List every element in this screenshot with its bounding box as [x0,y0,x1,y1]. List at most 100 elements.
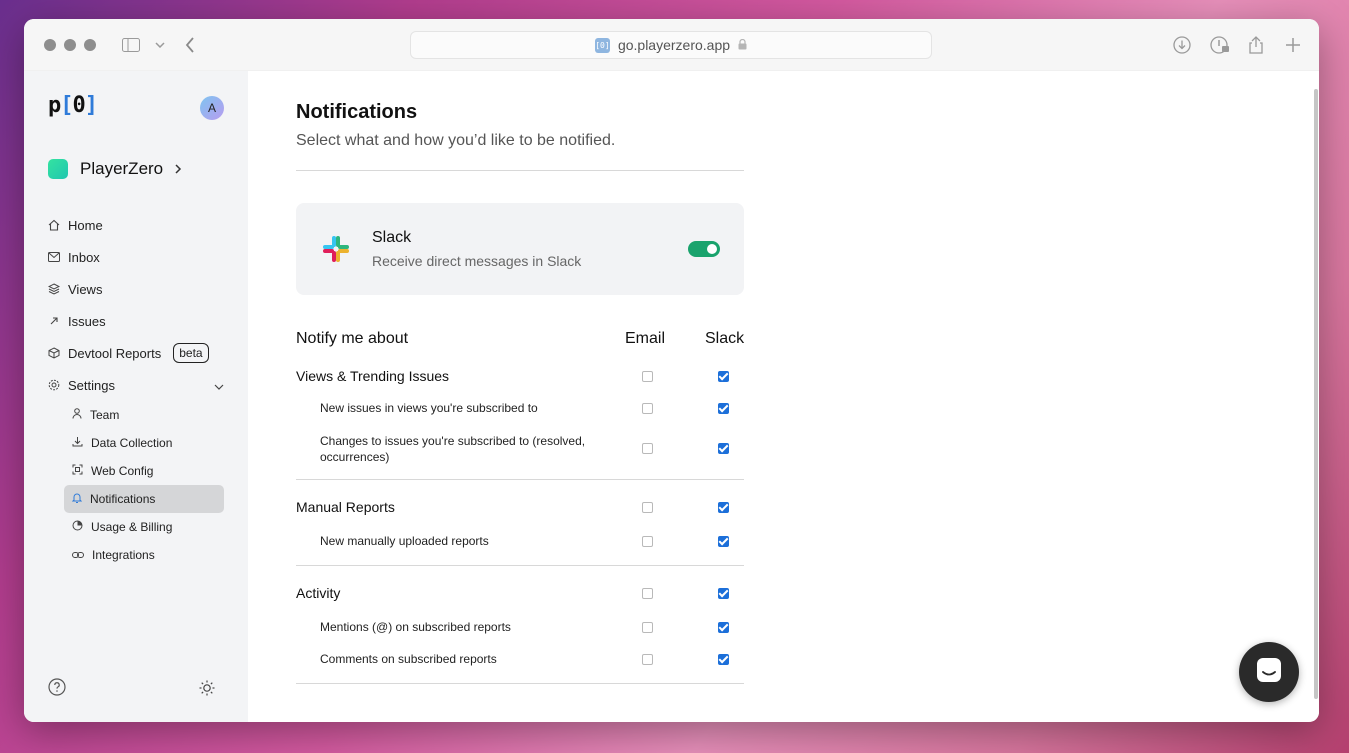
group-label: Views & Trending Issues [296,368,450,384]
email-checkbox[interactable] [642,654,653,665]
browser-toolbar: [0] go.playerzero.app [24,19,1319,71]
notification-label: New issues in views you're subscribed to [320,401,538,415]
home-icon [48,219,60,231]
sidebar-item-web-config[interactable]: Web Config [64,457,224,485]
notify-table-header: Notify me about Email Slack [296,323,744,361]
notification-label: Comments on subscribed reports [320,652,497,666]
zoom-window-button[interactable] [84,39,96,51]
avatar[interactable]: A [200,96,224,120]
notify-header-label: Notify me about [296,330,409,347]
cube-icon [48,347,60,359]
slack-checkbox[interactable] [718,443,729,454]
group-label: Activity [296,585,341,601]
group-row-manual-reports: Manual Reports [296,480,744,522]
slack-checkbox[interactable] [718,502,729,513]
list-item: New issues in views you're subscribed to [296,395,744,427]
close-window-button[interactable] [44,39,56,51]
notification-label-line1: Changes to issues you're subscribed to (… [320,434,586,448]
email-checkbox[interactable] [642,403,653,414]
slack-checkbox[interactable] [718,622,729,633]
notification-label-line2: occurrences) [320,450,390,464]
back-icon[interactable] [180,35,200,55]
org-name: PlayerZero [80,159,164,178]
downloads-icon[interactable] [1172,35,1192,55]
address-bar[interactable]: [0] go.playerzero.app [410,31,932,59]
slack-checkbox[interactable] [718,403,729,414]
sidebar-item-label: Settings [68,377,115,393]
email-checkbox[interactable] [642,443,653,454]
divider [296,683,744,684]
person-icon [72,408,82,422]
sidebar-item-home[interactable]: Home [48,209,224,241]
arrow-up-right-icon [48,315,60,327]
sidebar-item-views[interactable]: Views [48,273,224,305]
sidebar-item-label: Integrations [92,548,155,562]
bell-icon [71,492,83,506]
sidebar-item-devtool-reports[interactable]: Devtool Reports beta [48,337,224,369]
sidebar-item-integrations[interactable]: Integrations [64,541,224,569]
sidebar-item-label: Home [68,217,103,233]
notification-label: Mentions (@) on subscribed reports [320,620,511,634]
pie-icon [72,520,83,534]
beta-badge: beta [173,343,209,363]
email-checkbox[interactable] [642,588,653,599]
new-tab-icon[interactable] [1283,35,1303,55]
playerzero-logo[interactable]: p[0] [48,93,98,118]
support-chat-button[interactable] [1239,642,1299,702]
privacy-report-icon[interactable] [1210,35,1230,55]
email-checkbox[interactable] [642,622,653,633]
list-item: Comments on subscribed reports [296,640,744,676]
theme-toggle-icon[interactable] [199,680,215,701]
minimize-window-button[interactable] [64,39,76,51]
site-favicon: [0] [594,37,610,53]
slack-integration-card: Slack Receive direct messages in Slack [296,203,744,295]
sidebar-item-data-collection[interactable]: Data Collection [64,429,224,457]
sidebar-item-label: Issues [68,313,106,329]
browser-window: [0] go.playerzero.app p[0] A PlayerZero [24,19,1319,722]
sidebar-item-inbox[interactable]: Inbox [48,241,224,273]
sidebar-toggle-icon[interactable] [121,35,141,55]
sidebar-nav: Home Inbox Views Issues Devtool Reports … [48,209,224,569]
email-checkbox[interactable] [642,371,653,382]
email-checkbox[interactable] [642,502,653,513]
sidebar-item-issues[interactable]: Issues [48,305,224,337]
sidebar-item-label: Team [90,408,120,422]
slack-checkbox[interactable] [718,654,729,665]
slack-logo-icon [320,233,352,265]
org-switcher[interactable]: PlayerZero [48,159,182,179]
chat-icon [1255,656,1283,689]
slack-checkbox[interactable] [718,371,729,382]
sidebar-item-notifications[interactable]: Notifications [64,485,224,513]
chevron-down-icon[interactable] [150,35,170,55]
sidebar-item-label: Usage & Billing [91,520,173,534]
list-item: Changes to issues you're subscribed to (… [296,427,744,473]
slack-card-title: Slack [372,229,412,246]
url-text: go.playerzero.app [617,37,731,53]
notification-label: New manually uploaded reports [320,534,489,548]
gear-icon [48,379,60,391]
slack-toggle[interactable] [688,241,720,257]
share-icon[interactable] [1246,35,1266,55]
chevron-right-icon [175,159,182,179]
email-checkbox[interactable] [642,536,653,547]
slack-checkbox[interactable] [718,536,729,547]
layers-icon [48,283,60,295]
scrollbar-thumb[interactable] [1314,89,1318,699]
settings-submenu: Team Data Collection Web Config Notifica… [48,401,224,569]
scrollbar[interactable] [1313,71,1319,722]
notifications-settings: Notifications Select what and how you’d … [296,71,744,684]
page-subtitle: Select what and how you’d like to be not… [296,132,616,149]
sidebar-item-team[interactable]: Team [64,401,224,429]
lock-icon [738,37,747,53]
sidebar-item-label: Views [68,281,103,297]
scan-icon [72,464,83,478]
sidebar-item-settings[interactable]: Settings [48,369,224,401]
main-content: Notifications Select what and how you’d … [248,71,1319,722]
group-row-views-trending: Views & Trending Issues [296,361,744,395]
chevron-down-icon[interactable] [214,378,224,393]
slack-checkbox[interactable] [718,588,729,599]
sidebar-item-usage-billing[interactable]: Usage & Billing [64,513,224,541]
slack-card-description: Receive direct messages in Slack [372,253,582,269]
help-icon[interactable] [48,678,66,701]
group-label: Manual Reports [296,499,395,515]
